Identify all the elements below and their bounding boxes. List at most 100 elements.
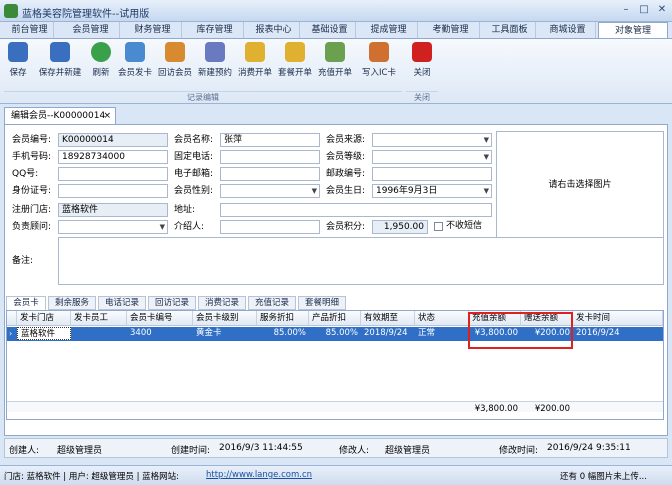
gender-select[interactable]: ▼ [220, 184, 320, 198]
column-header[interactable]: 状态 [415, 311, 469, 326]
save-button[interactable]: 保存 [4, 42, 32, 88]
tab-basic-settings[interactable]: 基础设置 [304, 22, 356, 38]
table-cell[interactable]: 黄金卡 [193, 327, 257, 340]
qq-field[interactable] [58, 167, 168, 181]
new-appointment-button[interactable]: 新建预约 [196, 42, 234, 88]
level-select[interactable]: ▼ [372, 150, 492, 164]
member-name-label: 会员名称: [174, 135, 214, 145]
tab-mall-settings[interactable]: 商城设置 [540, 22, 596, 38]
table-cell[interactable]: 85.00% [309, 327, 361, 340]
consume-order-button[interactable]: 消费开单 [236, 42, 274, 88]
store-label: 注册门店: [12, 205, 52, 215]
tab-front-desk[interactable]: 前台管理 [6, 22, 54, 38]
points-field[interactable]: 1,950.00 [372, 220, 428, 234]
column-header[interactable]: 会员卡级别 [193, 311, 257, 326]
document-tab-label: 编辑会员--K00000014 [11, 111, 106, 121]
write-ic-card-button[interactable]: 写入IC卡 [356, 42, 402, 88]
upload-status: 还有 0 幅图片未上传... [560, 472, 647, 482]
ribbon-toolbar: 保存 保存并新建 刷新 会员发卡 回访会员 新建预约 消费开单 套餐开单 充值开… [0, 38, 672, 104]
gender-label: 会员性别: [174, 186, 214, 196]
tab-close-icon[interactable]: × [103, 108, 111, 124]
member-no-field[interactable]: K00000014 [58, 133, 168, 147]
tab-recharge-records[interactable]: 充值记录 [248, 296, 296, 310]
column-header[interactable]: 产品折扣 [309, 311, 361, 326]
appointment-icon [205, 42, 225, 62]
address-field[interactable] [220, 203, 492, 217]
package-order-button[interactable]: 套餐开单 [276, 42, 314, 88]
birthday-picker[interactable]: 1996年9月3日 ▼ [372, 184, 492, 198]
tab-remaining-service[interactable]: 剩余服务 [48, 296, 96, 310]
advisor-label: 负责顾问: [12, 222, 52, 232]
id-field[interactable] [58, 184, 168, 198]
photo-area[interactable]: 请右击选择图片 [496, 131, 664, 238]
refresh-button[interactable]: 刷新 [88, 42, 114, 88]
window-title: 蓝格美容院管理软件--试用版 [22, 9, 150, 20]
table-cell[interactable]: 2018/9/24 [361, 327, 415, 340]
tab-object-management[interactable]: 对象管理 [598, 22, 668, 39]
column-header[interactable]: 发卡时间 [573, 311, 663, 326]
audit-footer: 创建人: 超级管理员 创建时间: 2016/9/3 11:44:55 修改人: … [4, 438, 668, 458]
tab-member[interactable]: 会员管理 [62, 22, 120, 38]
save-icon [8, 42, 28, 62]
column-header[interactable]: 会员卡编号 [127, 311, 193, 326]
qq-label: QQ号: [12, 169, 39, 179]
window-close-icon[interactable]: ✕ [654, 3, 670, 17]
table-cell[interactable]: 2016/9/24 [573, 327, 663, 340]
tab-reports[interactable]: 报表中心 [248, 22, 300, 38]
chevron-down-icon: ▼ [159, 223, 165, 231]
close-button[interactable]: 关闭 [408, 42, 436, 88]
zip-field[interactable] [372, 167, 492, 181]
issue-card-button[interactable]: 会员发卡 [116, 42, 154, 88]
tab-commission[interactable]: 提成管理 [360, 22, 418, 38]
tab-tools[interactable]: 工具面板 [484, 22, 536, 38]
remark-field[interactable] [58, 237, 664, 285]
consume-icon [245, 42, 265, 62]
table-cell[interactable]: 正常 [415, 327, 469, 340]
phone-field[interactable]: 18928734000 [58, 150, 168, 164]
column-header[interactable]: 发卡员工 [71, 311, 127, 326]
save-and-new-button[interactable]: 保存并新建 [34, 42, 86, 88]
visit-member-button[interactable]: 回访会员 [156, 42, 194, 88]
tab-phone-records[interactable]: 电话记录 [98, 296, 146, 310]
table-cell[interactable]: 蓝格软件 [17, 327, 71, 340]
advisor-select[interactable]: ▼ [58, 220, 168, 234]
email-label: 电子邮箱: [174, 169, 214, 179]
highlight-box [468, 312, 573, 349]
refresh-icon [91, 42, 111, 62]
tab-attendance[interactable]: 考勤管理 [422, 22, 480, 38]
no-sms-checkbox[interactable] [434, 222, 443, 231]
card-issue-icon [125, 42, 145, 62]
chevron-down-icon: ▼ [311, 187, 317, 195]
tab-member-card[interactable]: 会员卡 [6, 296, 46, 310]
total-gift: ¥200.00 [534, 404, 570, 414]
maximize-icon[interactable]: □ [636, 3, 652, 17]
address-label: 地址: [174, 205, 196, 215]
referrer-field[interactable] [220, 220, 320, 234]
store-field[interactable]: 蓝格软件 [58, 203, 168, 217]
phone-label: 手机号码: [12, 152, 52, 162]
tab-finance[interactable]: 财务管理 [124, 22, 182, 38]
website-link[interactable]: http://www.lange.com.cn [206, 470, 312, 480]
tab-inventory[interactable]: 库存管理 [186, 22, 244, 38]
total-recharge: ¥3,800.00 [474, 404, 518, 414]
tab-package-details[interactable]: 套餐明细 [298, 296, 346, 310]
save-new-icon [50, 42, 70, 62]
email-field[interactable] [220, 167, 320, 181]
table-cell[interactable]: 3400 [127, 327, 193, 340]
column-header[interactable]: 发卡门店 [17, 311, 71, 326]
tel-field[interactable] [220, 150, 320, 164]
document-tab[interactable]: 编辑会员--K00000014 × [4, 107, 116, 124]
tab-visit-records[interactable]: 回访记录 [148, 296, 196, 310]
referrer-label: 介绍人: [174, 222, 205, 232]
column-header[interactable]: 有效期至 [361, 311, 415, 326]
tab-consume-records[interactable]: 消费记录 [198, 296, 246, 310]
creator-value: 超级管理员 [57, 446, 103, 456]
table-cell[interactable]: 85.00% [257, 327, 309, 340]
source-select[interactable]: ▼ [372, 133, 492, 147]
member-name-field[interactable]: 张萍 [220, 133, 320, 147]
recharge-order-button[interactable]: 充值开单 [316, 42, 354, 88]
column-header[interactable]: 服务折扣 [257, 311, 309, 326]
minimize-icon[interactable]: – [618, 3, 634, 17]
table-cell[interactable] [71, 327, 127, 340]
create-time-value: 2016/9/3 11:44:55 [219, 443, 303, 453]
